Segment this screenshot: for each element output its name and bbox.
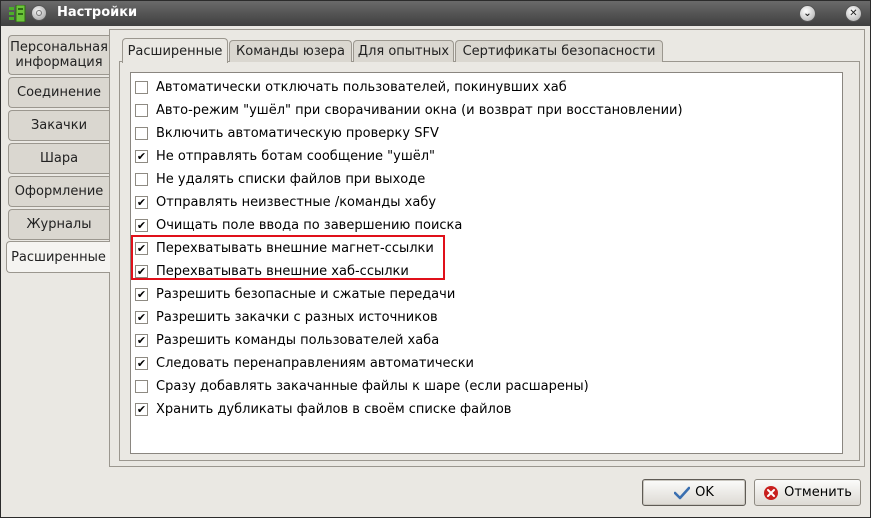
option-row[interactable]: Сразу добавлять закачанные файлы к шаре … xyxy=(135,376,589,396)
tab-certificates[interactable]: Сертификаты безопасности xyxy=(455,40,663,62)
option-row[interactable]: ✔ Разрешить безопасные и сжатые передачи xyxy=(135,284,455,304)
option-label: Очищать поле ввода по завершению поиска xyxy=(156,217,463,233)
sidebar-item-appearance[interactable]: Оформление xyxy=(8,176,109,207)
option-row[interactable]: ✔ Разрешить команды пользователей хаба xyxy=(135,330,439,350)
sidebar-item-label: Расширенные xyxy=(11,249,106,265)
cancel-icon xyxy=(763,485,779,501)
tab-experts[interactable]: Для опытных xyxy=(353,40,454,62)
cancel-button-label: Отменить xyxy=(784,485,852,500)
settings-window: Настройки ⌄ ✕ Персональная информация Со… xyxy=(0,0,871,518)
sidebar-item-label: Персональная информация xyxy=(10,40,108,70)
tab-label: Для опытных xyxy=(357,44,450,59)
tab-label: Сертификаты безопасности xyxy=(462,44,656,59)
checkbox[interactable]: ✔ xyxy=(135,218,148,232)
checkbox[interactable]: ✔ xyxy=(135,287,148,301)
option-label: Перехватывать внешние хаб-ссылки xyxy=(156,263,409,279)
checkbox[interactable] xyxy=(135,379,148,393)
sidebar-item-label: Оформление xyxy=(14,184,104,199)
window-title: Настройки xyxy=(57,5,138,20)
checkbox[interactable]: ✔ xyxy=(135,195,148,209)
sidebar-item-label: Шара xyxy=(39,151,79,166)
tab-label: Расширенные xyxy=(127,43,223,59)
option-label: Разрешить закачки с разных источников xyxy=(156,309,438,325)
close-button[interactable]: ✕ xyxy=(845,5,862,22)
option-label: Не удалять списки файлов при выходе xyxy=(156,171,426,187)
checkbox[interactable] xyxy=(135,80,148,94)
ok-button[interactable]: OK xyxy=(642,479,746,506)
option-label: Сразу добавлять закачанные файлы к шаре … xyxy=(156,378,589,394)
option-label: Не отправлять ботам сообщение "ушёл" xyxy=(156,148,436,164)
option-label: Разрешить безопасные и сжатые передачи xyxy=(156,286,456,302)
sidebar-item-label: Соединение xyxy=(17,85,101,100)
checkbox[interactable]: ✔ xyxy=(135,333,148,347)
minimize-button[interactable]: ⌄ xyxy=(799,5,816,22)
option-row[interactable]: ✔ Хранить дубликаты файлов в своём списке… xyxy=(135,399,511,419)
option-row[interactable]: ✔ Отправлять неизвестные /команды хабу xyxy=(135,192,436,212)
title-bar[interactable]: Настройки ⌄ ✕ xyxy=(1,1,870,26)
option-label: Разрешить команды пользователей хаба xyxy=(156,332,440,348)
sidebar-item-logs[interactable]: Журналы xyxy=(8,209,109,240)
app-icon xyxy=(8,4,26,23)
checkmark-icon xyxy=(674,485,691,501)
sidebar-item-downloads[interactable]: Закачки xyxy=(8,110,109,141)
option-row[interactable]: ✔ Не отправлять ботам сообщение "ушёл" xyxy=(135,146,435,166)
option-row[interactable]: ✔ Перехватывать внешние магнет-ссылки xyxy=(135,238,434,258)
option-row[interactable]: Не удалять списки файлов при выходе xyxy=(135,169,425,189)
option-label: Следовать перенаправлениям автоматически xyxy=(156,355,475,371)
tab-user-commands[interactable]: Команды юзера xyxy=(229,40,352,62)
checkbox[interactable]: ✔ xyxy=(135,310,148,324)
checkbox[interactable]: ✔ xyxy=(135,264,148,278)
sidebar-item-label: Журналы xyxy=(26,217,92,232)
close-icon: ✕ xyxy=(849,7,858,19)
checkbox[interactable] xyxy=(135,103,148,117)
option-label: Автоматически отключать пользователей, п… xyxy=(156,79,567,95)
options-list: Автоматически отключать пользователей, п… xyxy=(130,72,843,454)
cancel-button[interactable]: Отменить xyxy=(754,479,861,506)
option-row[interactable]: ✔ Следовать перенаправлениям автоматическ… xyxy=(135,353,474,373)
option-label: Хранить дубликаты файлов в своём списке … xyxy=(156,401,512,417)
checkbox[interactable]: ✔ xyxy=(135,356,148,370)
chevron-down-icon: ⌄ xyxy=(803,7,812,19)
checkbox[interactable]: ✔ xyxy=(135,402,148,416)
sidebar-item-advanced[interactable]: Расширенные xyxy=(6,241,110,273)
tab-label: Команды юзера xyxy=(236,44,345,59)
option-label: Включить автоматическую проверку SFV xyxy=(156,125,439,141)
option-row[interactable]: Авто-режим "ушёл" при сворачивании окна … xyxy=(135,100,683,120)
ok-button-label: OK xyxy=(695,485,714,500)
sidebar-item-label: Закачки xyxy=(30,118,88,133)
option-row[interactable]: ✔ Разрешить закачки с разных источников xyxy=(135,307,438,327)
option-row[interactable]: ✔ Перехватывать внешние хаб-ссылки xyxy=(135,261,409,281)
checkbox[interactable]: ✔ xyxy=(135,149,148,163)
option-label: Авто-режим "ушёл" при сворачивании окна … xyxy=(156,102,683,118)
checkbox[interactable]: ✔ xyxy=(135,241,148,255)
checkbox[interactable] xyxy=(135,172,148,186)
tab-advanced[interactable]: Расширенные xyxy=(122,38,228,63)
sidebar-item-share[interactable]: Шара xyxy=(8,143,109,174)
option-row[interactable]: Автоматически отключать пользователей, п… xyxy=(135,77,567,97)
window-menu-icon[interactable] xyxy=(31,5,47,21)
sidebar-item-connection[interactable]: Соединение xyxy=(8,77,109,108)
option-row[interactable]: ✔ Очищать поле ввода по завершению поиска xyxy=(135,215,462,235)
sidebar-item-personal[interactable]: Персональная информация xyxy=(8,35,109,75)
option-row[interactable]: Включить автоматическую проверку SFV xyxy=(135,123,439,143)
checkbox[interactable] xyxy=(135,126,148,140)
option-label: Перехватывать внешние магнет-ссылки xyxy=(156,240,434,256)
option-label: Отправлять неизвестные /команды хабу xyxy=(156,194,437,210)
